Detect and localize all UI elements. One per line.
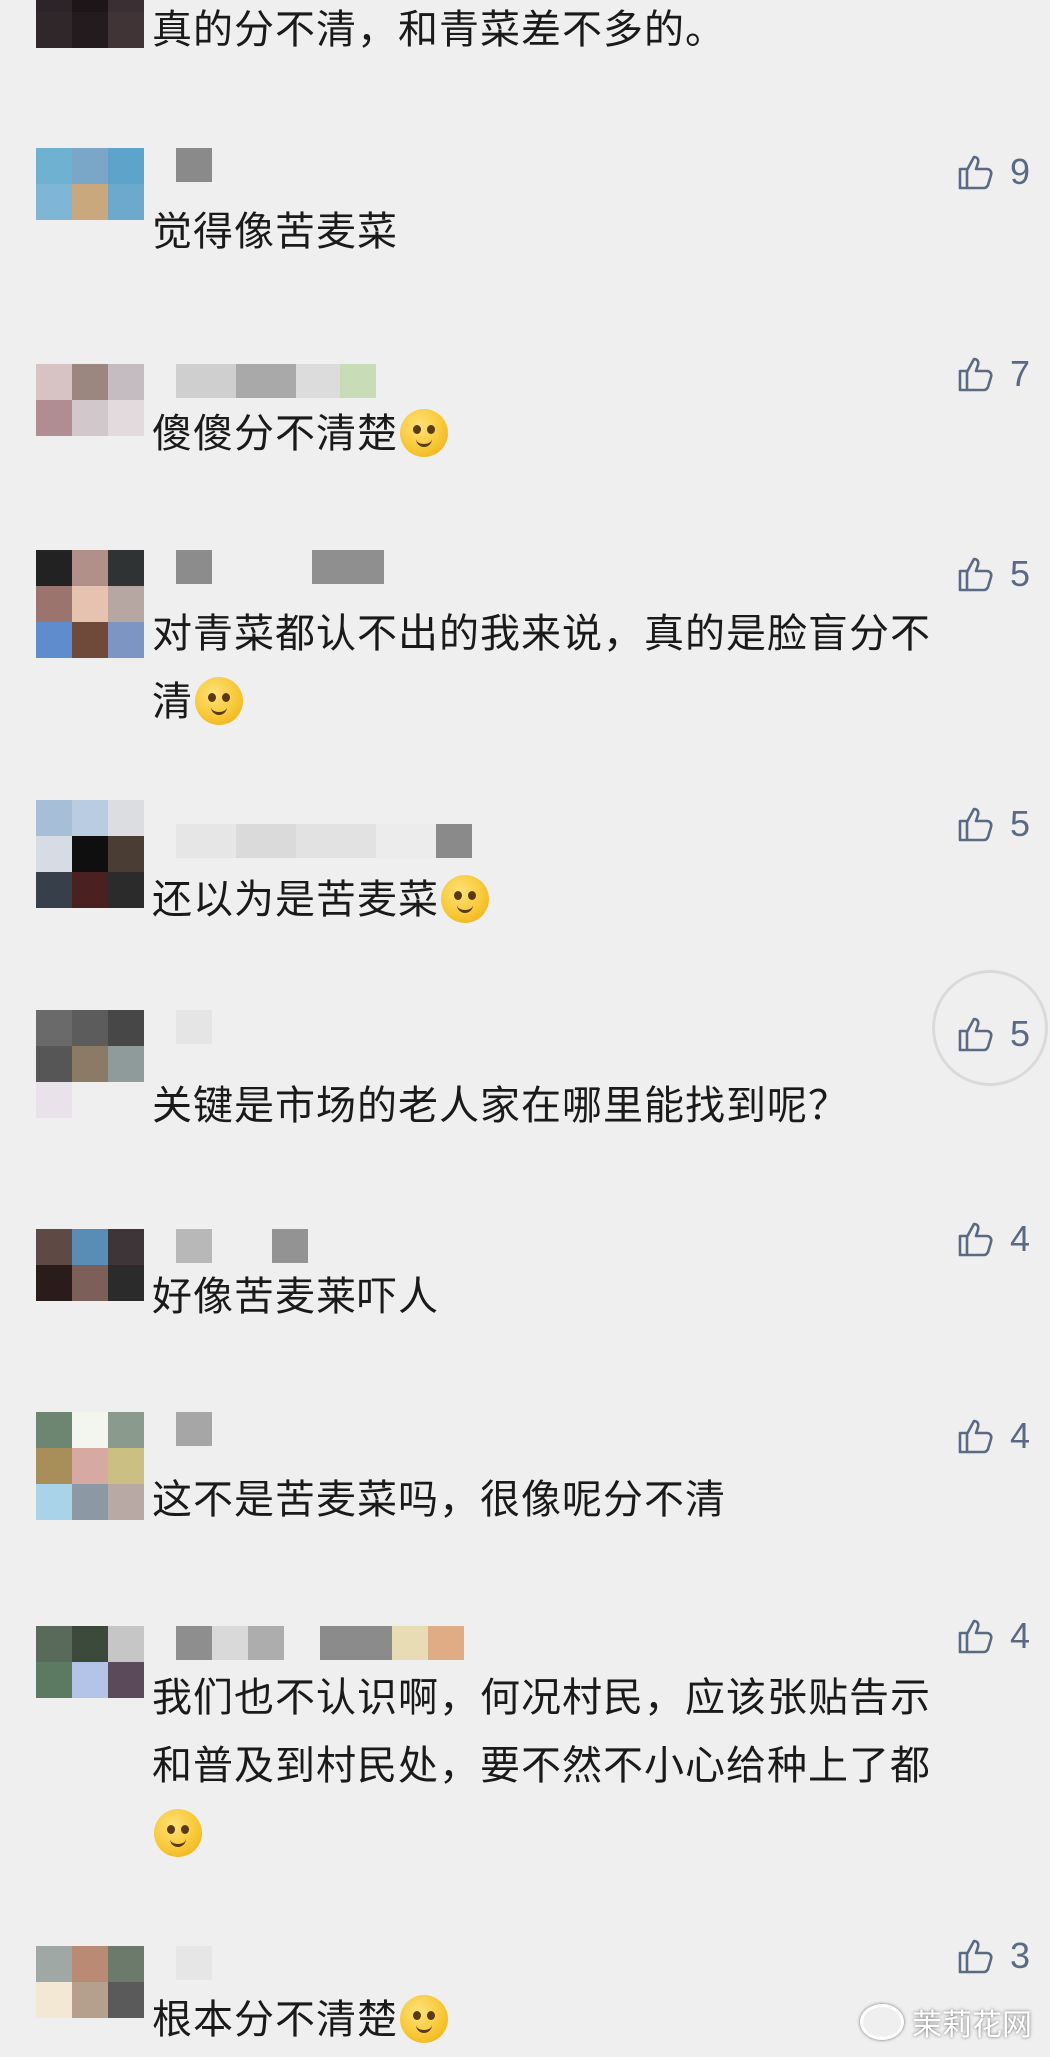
like-count: 4 [1010,1615,1031,1656]
avatar[interactable] [36,1626,144,1734]
angry-emoji-icon [400,1995,448,2043]
like-button[interactable]: 7 [956,350,1030,398]
comment-text-content: 傻傻分不清楚 [152,411,398,457]
comment-text-content: 我们也不认识啊，何况村民，应该张贴告示 和普及到村民处，要不然不小心给种上了都 [152,1675,931,1789]
like-button[interactable]: 9 [956,148,1030,196]
watermark: 茉莉花网 [860,2000,1032,2044]
crying-laugh-emoji-icon [154,1809,202,1857]
like-button[interactable]: 5 [956,1010,1030,1058]
avatar[interactable] [36,550,144,658]
shocked-emoji-icon [195,677,243,725]
username-blurred[interactable] [176,148,212,182]
avatar[interactable] [36,1229,144,1337]
like-button[interactable]: 3 [956,1932,1030,1980]
avatar[interactable] [36,1412,144,1520]
comment-text: 关键是市场的老人家在哪里能找到呢？ [152,1083,849,1129]
avatar[interactable] [36,800,144,908]
wechat-logo-icon [860,2004,904,2040]
comment-text: 我们也不认识啊，何况村民，应该张贴告示 和普及到村民处，要不然不小心给种上了都 [152,1664,1002,1868]
comment-text: 真的分不清，和青菜差不多的。 [152,7,726,53]
like-count: 4 [1010,1415,1031,1456]
username-blurred[interactable] [176,1229,308,1263]
like-count: 7 [1010,353,1031,394]
like-button[interactable]: 4 [956,1612,1030,1660]
comment-text: 觉得像苦麦菜 [152,209,398,255]
comment-text-content: 还以为是苦麦菜 [152,877,439,923]
comment-text: 傻傻分不清楚 [152,400,1002,468]
comment-text: 还以为是苦麦菜 [152,866,1002,934]
thumbs-up-icon [958,1619,993,1654]
username-blurred[interactable] [176,1946,212,1980]
avatar[interactable] [36,0,144,48]
username-blurred[interactable] [176,824,472,858]
comment-text: 好像苦麦莱吓人 [152,1274,439,1320]
like-button[interactable]: 4 [956,1412,1030,1460]
like-button[interactable]: 5 [956,800,1030,848]
avatar[interactable] [36,1010,144,1118]
comment-text-content: 根本分不清楚 [152,1997,398,2043]
like-count: 3 [1010,1935,1031,1976]
like-count: 4 [1010,1218,1031,1259]
avatar[interactable] [36,364,144,472]
like-count: 5 [1010,1013,1031,1054]
thumbs-up-icon [958,807,993,842]
like-button[interactable]: 5 [956,550,1030,598]
thumbs-up-icon [958,357,993,392]
like-count: 5 [1010,803,1031,844]
username-blurred[interactable] [176,1626,464,1660]
avatar[interactable] [36,1946,144,2054]
like-count: 9 [1010,151,1031,192]
like-button[interactable]: 4 [956,1215,1030,1263]
comment-text-content: 对青菜都认不出的我来说，真的是脸盲分不 清 [152,611,931,725]
comment-text: 对青菜都认不出的我来说，真的是脸盲分不 清 [152,600,1002,736]
username-blurred[interactable] [176,1412,212,1446]
thumbs-up-icon [958,1017,993,1052]
username-blurred[interactable] [176,364,376,398]
watermark-text: 茉莉花网 [912,2008,1032,2043]
like-count: 5 [1010,553,1031,594]
comment-text: 这不是苦麦菜吗，很像呢分不清 [152,1477,726,1523]
username-blurred[interactable] [176,550,384,584]
smirk-emoji-icon [400,409,448,457]
thumbs-up-icon [958,155,993,190]
pleading-emoji-icon [441,875,489,923]
username-blurred[interactable] [176,1010,212,1044]
thumbs-up-icon [958,1222,993,1257]
thumbs-up-icon [958,1939,993,1974]
thumbs-up-icon [958,1419,993,1454]
avatar[interactable] [36,148,144,256]
thumbs-up-icon [958,557,993,592]
